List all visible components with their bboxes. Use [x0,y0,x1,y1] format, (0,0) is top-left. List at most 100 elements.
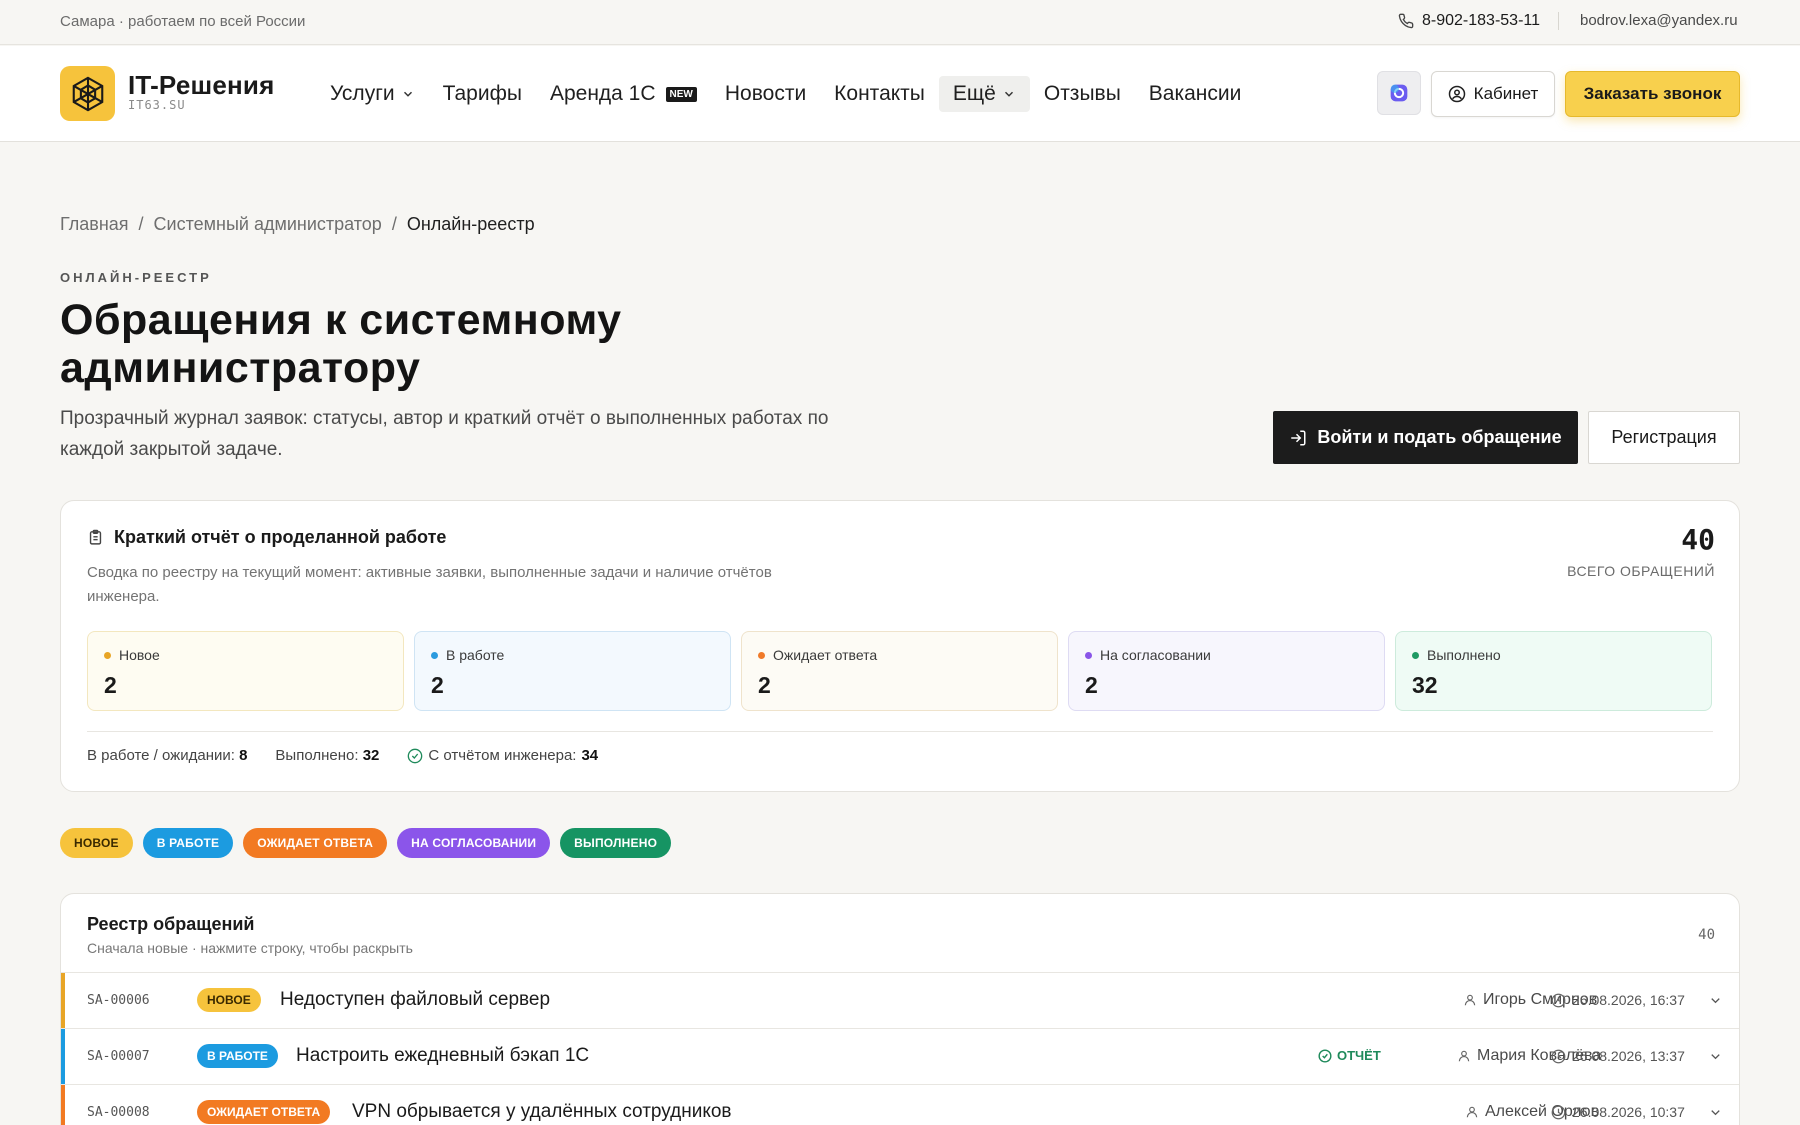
row-title: VPN обрывается у удалённых сотрудников [352,1101,732,1122]
nav-item-vacancies[interactable]: Вакансии [1135,76,1256,112]
stat-value: 2 [758,672,771,698]
row-title: Недоступен файловый сервер [280,989,551,1010]
cabinet-button[interactable]: Кабинет [1431,71,1555,117]
stat-value: 32 [1412,672,1438,698]
row-status-bar [61,973,65,1029]
report-summary: В работе / ожидании: 8 Выполнено: 32 С о… [87,747,598,764]
top-info-bar: Самара · работаем по всей России 8-902-1… [0,0,1800,45]
nav-label: Услуги [330,82,395,105]
cabinet-label: Кабинет [1473,84,1539,103]
report-desc-line: Сводка по реестру на текущий момент: акт… [87,564,772,581]
nav-label: Аренда 1С [549,82,656,105]
row-id: SA-00006 [87,993,150,1008]
user-circle-icon [1448,85,1465,103]
nav-label: Новости [724,82,807,105]
chevron-down-icon[interactable] [1708,993,1723,1008]
clipboard-icon [89,529,102,545]
summary-value: 8 [239,747,248,764]
report-desc-line: инженера. [87,588,160,605]
order-call-button[interactable]: Заказать звонок [1565,71,1740,117]
chevron-down-icon [403,91,412,97]
row-date: 26.08.2026, 10:37 [1551,1104,1685,1120]
registry-subtitle: Сначала новые · нажмите строку, чтобы ра… [87,940,413,956]
clock-icon [1551,993,1566,1007]
stat-awaiting: Ожидает ответа 2 [741,631,1058,711]
status-dot [104,651,111,659]
status-badge: НОВОЕ [197,988,261,1012]
chevron-down-icon[interactable] [1708,1049,1723,1064]
nav-item-more[interactable]: Ещё [938,76,1030,112]
nav-item-news[interactable]: Новости [711,76,820,112]
row-id: SA-00007 [87,1049,150,1064]
report-tag-text: ОТЧЁТ [1337,1048,1381,1063]
page-lead: Прозрачный журнал заявок: статусы, автор… [60,403,860,465]
status-filters: НОВОЕ В РАБОТЕ ОЖИДАЕТ ОТВЕТА НА СОГЛАСО… [60,828,672,858]
status-badge: В РАБОТЕ [197,1044,278,1068]
breadcrumb-current: Онлайн-реестр [406,214,535,234]
clock-icon [1551,1049,1566,1063]
breadcrumb-sysadmin[interactable]: Системный администратор [154,214,382,235]
stat-label-text: Выполнено [1427,647,1501,663]
breadcrumb-home[interactable]: Главная [60,214,129,235]
main-nav: Услуги Тарифы Аренда 1С NEW Новости Конт… [316,74,1255,114]
summary-value: 34 [581,747,599,764]
stat-approval: На согласовании 2 [1068,631,1385,711]
stat-label-text: Новое [119,647,160,663]
messenger-icon [1390,84,1408,102]
report-title-text: Краткий отчёт о проделанной работе [114,527,447,547]
row-date-text: 26.08.2026, 16:37 [1572,992,1685,1008]
nav-label: Отзывы [1043,82,1121,105]
register-button[interactable]: Регистрация [1588,411,1740,464]
row-date-text: 26.08.2026, 13:37 [1572,1048,1685,1064]
summary-value: 32 [362,747,380,764]
table-row[interactable]: SA-00008 ОЖИДАЕТ ОТВЕТА VPN обрывается у… [61,1084,1739,1125]
report-tag: ОТЧЁТ [1318,1048,1381,1063]
nav-item-reviews[interactable]: Отзывы [1030,76,1135,112]
nav-item-tariffs[interactable]: Тарифы [429,76,536,112]
breadcrumb-separator: / [391,214,397,234]
filter-awaiting[interactable]: ОЖИДАЕТ ОТВЕТА [243,828,388,858]
logo-title[interactable]: IT-Решения [128,70,274,101]
email-link[interactable]: bodrov.lexa@yandex.ru [1580,12,1738,29]
chevron-down-icon [1004,91,1013,97]
user-icon [1458,1050,1470,1062]
registry-table: Реестр обращений Сначала новые · нажмите… [60,893,1740,1125]
table-row[interactable]: SA-00006 НОВОЕ Недоступен файловый серве… [61,972,1739,1029]
lead-line: каждой закрытой задаче. [60,439,283,460]
status-dot [1085,651,1092,659]
stat-label: Новое [104,647,160,663]
row-date-text: 26.08.2026, 10:37 [1572,1104,1685,1120]
breadcrumb-separator: / [138,214,144,234]
login-submit-button[interactable]: Войти и подать обращение [1273,411,1578,464]
row-status-bar [61,1029,65,1085]
total-count: 40 [1681,523,1715,556]
table-row[interactable]: SA-00007 В РАБОТЕ Настроить ежедневный б… [61,1028,1739,1085]
breadcrumb: Главная / Системный администратор / Онла… [60,214,535,235]
filter-in-progress[interactable]: В РАБОТЕ [142,828,234,858]
stat-label: Выполнено [1412,647,1501,663]
report-description: Сводка по реестру на текущий момент: акт… [87,561,787,609]
login-icon [1291,430,1306,445]
logo-subtitle: IT63.SU [128,98,186,112]
phone-text: 8-902-183-53-11 [1422,12,1541,29]
phone-link[interactable]: 8-902-183-53-11 [1398,12,1540,30]
lead-line: Прозрачный журнал заявок: статусы, автор… [60,408,829,429]
row-status-bar [61,1085,65,1125]
filter-new[interactable]: НОВОЕ [60,828,133,858]
nav-item-contacts[interactable]: Контакты [820,76,939,112]
total-label: ВСЕГО ОБРАЩЕНИЙ [1567,563,1715,579]
stat-value: 2 [431,672,444,698]
logo-icon[interactable] [60,66,115,121]
messenger-button[interactable] [1377,71,1421,115]
summary-reports: С отчётом инженера: 34 [407,747,598,764]
summary-done: Выполнено: 32 [275,747,379,764]
row-date: 26.08.2026, 16:37 [1551,992,1685,1008]
new-badge: NEW [665,86,697,102]
nav-item-services[interactable]: Услуги [316,76,429,112]
registry-title: Реестр обращений [87,914,255,934]
filter-approval[interactable]: НА СОГЛАСОВАНИИ [397,828,551,858]
filter-done[interactable]: ВЫПОЛНЕНО [560,828,672,858]
chevron-down-icon[interactable] [1708,1105,1723,1120]
nav-item-1c-rent[interactable]: Аренда 1С NEW [536,76,711,112]
stat-label: Ожидает ответа [758,647,877,663]
